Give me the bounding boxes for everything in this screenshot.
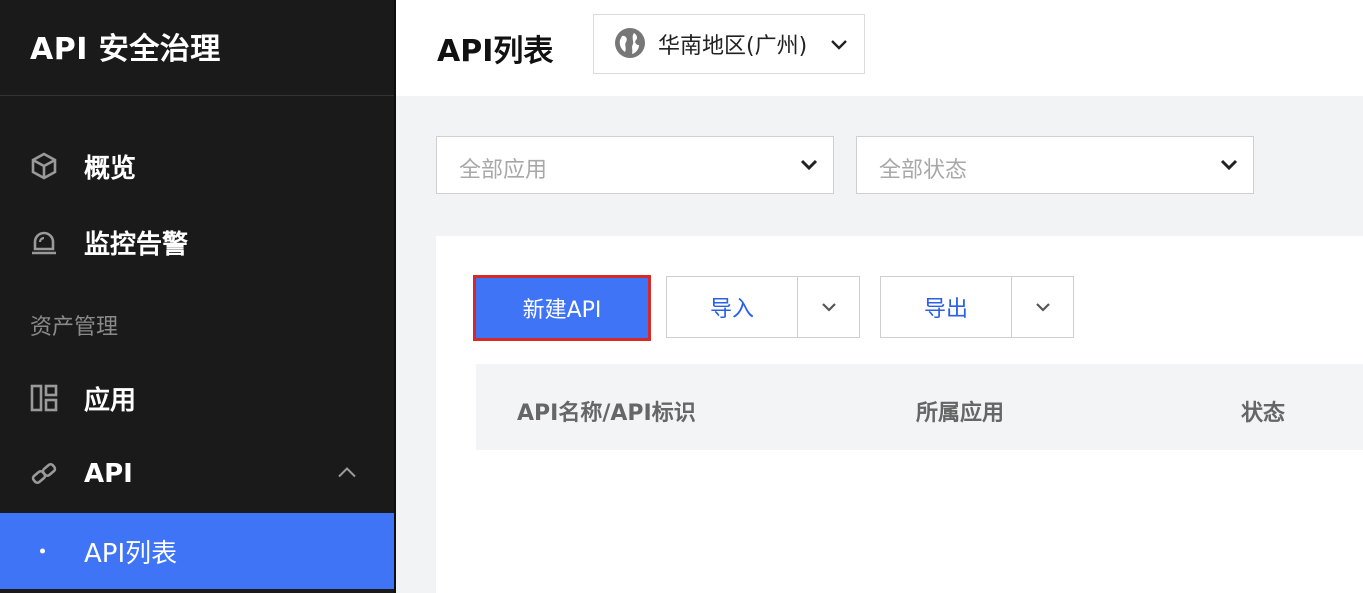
page-header: API列表 华南地区(广州) bbox=[396, 0, 1363, 96]
chevron-down-icon bbox=[1219, 157, 1239, 176]
export-button-group: 导出 bbox=[880, 276, 1074, 338]
cube-icon bbox=[29, 151, 59, 181]
column-header-app: 所属应用 bbox=[916, 401, 1005, 426]
sidebar: API 安全治理 概览 监控告警 资产管理 应用 API API列表 bbox=[0, 0, 394, 593]
import-dropdown-button[interactable] bbox=[798, 277, 859, 337]
sidebar-item-monitoring[interactable]: 监控告警 bbox=[0, 205, 394, 279]
page-title: API列表 bbox=[437, 34, 554, 69]
dashboard-icon bbox=[29, 383, 59, 413]
column-header-api-name: API名称/API标识 bbox=[517, 401, 696, 426]
sidebar-item-label: API bbox=[84, 459, 133, 489]
alarm-icon bbox=[29, 227, 59, 257]
sidebar-item-label: 监控告警 bbox=[84, 229, 189, 260]
status-filter-select[interactable]: 全部状态 bbox=[856, 136, 1254, 194]
section-title: 资产管理 bbox=[30, 315, 119, 340]
column-header-status: 状态 bbox=[1241, 401, 1286, 426]
sidebar-item-overview[interactable]: 概览 bbox=[0, 129, 394, 203]
region-label: 华南地区(广州) bbox=[658, 34, 808, 59]
sidebar-item-api[interactable]: API bbox=[0, 437, 394, 511]
globe-icon bbox=[614, 27, 646, 63]
chevron-down-icon bbox=[829, 37, 849, 56]
import-button[interactable]: 导入 bbox=[667, 277, 798, 337]
chevron-down-icon bbox=[1034, 298, 1052, 317]
import-button-group: 导入 bbox=[666, 276, 860, 338]
export-button[interactable]: 导出 bbox=[881, 277, 1012, 337]
sidebar-item-apps[interactable]: 应用 bbox=[0, 361, 394, 435]
chevron-down-icon bbox=[799, 157, 819, 176]
app-filter-select[interactable]: 全部应用 bbox=[436, 136, 834, 194]
link-icon bbox=[29, 459, 59, 489]
divider bbox=[0, 95, 394, 96]
bullet-icon bbox=[40, 548, 45, 554]
sidebar-item-api-list[interactable]: API列表 bbox=[0, 513, 394, 589]
export-dropdown-button[interactable] bbox=[1012, 277, 1073, 337]
status-filter-placeholder: 全部状态 bbox=[879, 158, 968, 183]
app-filter-placeholder: 全部应用 bbox=[459, 158, 548, 183]
chevron-up-icon bbox=[337, 465, 357, 484]
sidebar-item-label: API列表 bbox=[84, 538, 178, 569]
new-api-button[interactable]: 新建API bbox=[473, 275, 651, 341]
brand-title: API 安全治理 bbox=[30, 32, 221, 67]
sidebar-item-label: 应用 bbox=[84, 385, 137, 416]
chevron-down-icon bbox=[820, 298, 838, 317]
region-selector[interactable]: 华南地区(广州) bbox=[593, 14, 865, 74]
table-header: API名称/API标识 所属应用 状态 bbox=[476, 364, 1363, 450]
sidebar-item-label: 概览 bbox=[84, 153, 137, 184]
